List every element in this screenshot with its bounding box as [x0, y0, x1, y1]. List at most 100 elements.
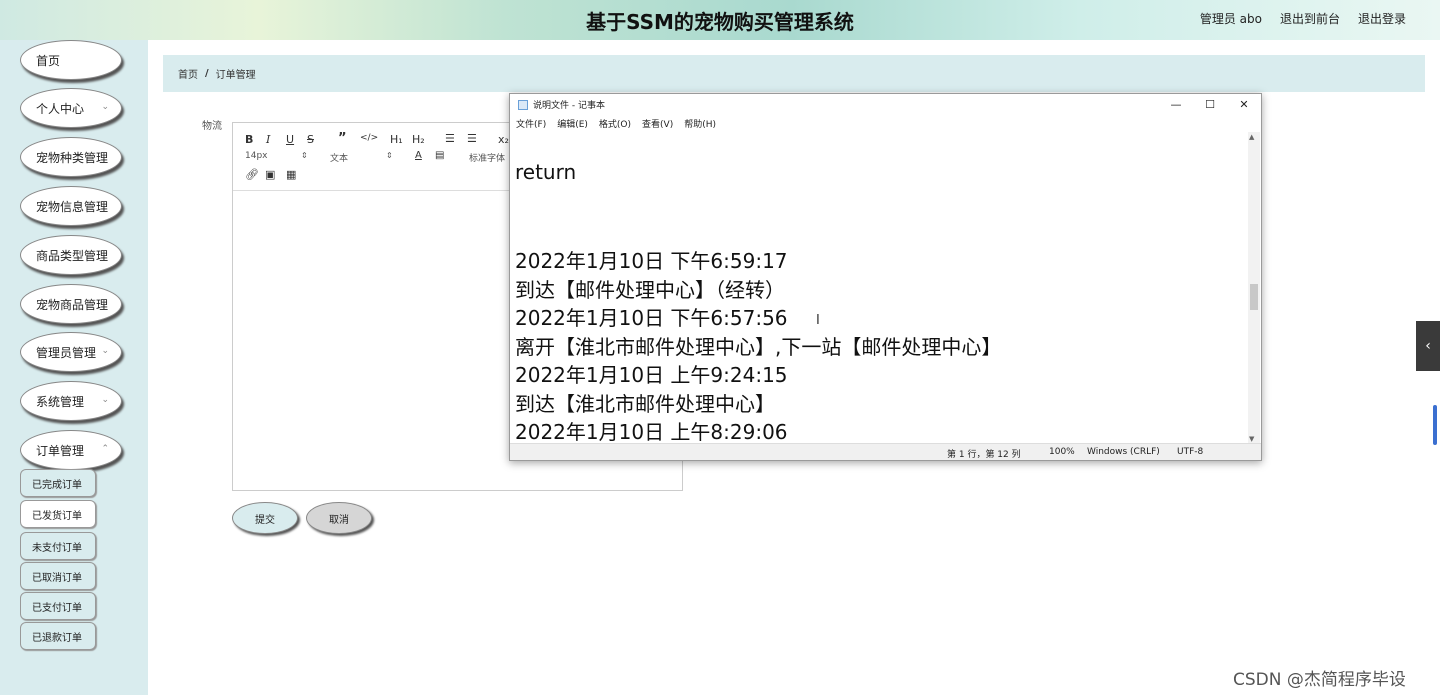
chevron-left-icon: ‹	[1425, 338, 1431, 354]
maximize-icon[interactable]: ☐	[1193, 94, 1227, 115]
font-size-select[interactable]: 14px	[245, 151, 268, 161]
sidebar-item-label: 宠物商品管理	[36, 297, 109, 312]
sidebar-item-orders[interactable]: 订单管理 ⌃	[20, 430, 122, 470]
notepad-scrollbar[interactable]: ▲ ▼	[1248, 132, 1260, 444]
sidebar-item-label: 个人中心	[36, 101, 85, 116]
sidebar-item-label: 宠物信息管理	[36, 199, 109, 214]
bullet-list-icon[interactable]: ☰	[467, 132, 477, 145]
scroll-up-icon[interactable]: ▲	[1249, 133, 1254, 141]
header-nav: 管理员 abo 退出到前台 退出登录	[1200, 10, 1406, 27]
sub-item-shipped-orders[interactable]: 已发货订单	[20, 500, 96, 528]
italic-icon[interactable]: I	[266, 133, 270, 146]
cancel-button[interactable]: 取消	[306, 502, 372, 534]
bold-icon[interactable]: B	[245, 133, 253, 146]
ordered-list-icon[interactable]: ☰	[445, 132, 455, 145]
breadcrumb-home[interactable]: 首页	[178, 66, 198, 81]
text-cursor-icon: I	[816, 313, 820, 328]
quote-icon[interactable]: ”	[338, 131, 347, 146]
submit-button[interactable]: 提交	[232, 502, 298, 534]
text-line: 到达【邮件处理中心】（经转）	[515, 278, 785, 302]
chevron-down-icon: ⌄	[101, 395, 109, 405]
subscript-icon[interactable]: x₂	[498, 133, 509, 146]
heading-1-icon[interactable]: H₁	[390, 133, 403, 146]
sub-item-unpaid-orders[interactable]: 未支付订单	[20, 532, 96, 560]
minimize-icon[interactable]: —	[1159, 94, 1193, 115]
sidebar-item-label: 系统管理	[36, 394, 85, 409]
strikethrough-icon[interactable]: S	[307, 133, 314, 146]
sidebar-item-system[interactable]: 系统管理 ⌄	[20, 381, 122, 421]
text-type-select[interactable]: 文本	[330, 151, 348, 164]
menu-help[interactable]: 帮助(H)	[684, 117, 716, 130]
sub-item-cancelled-orders[interactable]: 已取消订单	[20, 562, 96, 590]
encoding: UTF-8	[1177, 447, 1204, 457]
text-line: 2022年1月10日 上午8:29:06	[515, 420, 788, 444]
sub-item-refunded-orders[interactable]: 已退款订单	[20, 622, 96, 650]
sub-item-label: 未支付订单	[32, 542, 82, 554]
text-line: 到达【淮北市邮件处理中心】	[515, 392, 775, 416]
cursor-position: 第 1 行，第 12 列	[947, 450, 1021, 460]
scroll-down-icon[interactable]: ▼	[1249, 435, 1254, 443]
breadcrumb-separator: /	[205, 68, 209, 79]
sidebar-item-home[interactable]: 首页	[20, 40, 122, 80]
sidebar-item-label: 首页	[36, 53, 61, 68]
text-line: 2022年1月10日 下午6:59:17	[515, 249, 788, 273]
heading-2-icon[interactable]: H₂	[412, 133, 425, 146]
sub-item-completed-orders[interactable]: 已完成订单	[20, 469, 96, 497]
notepad-title-bar[interactable]: 说明文件 - 记事本 — ☐ ✕	[510, 94, 1261, 115]
sidebar-item-label: 商品类型管理	[36, 248, 109, 263]
underline-icon[interactable]: U	[286, 133, 294, 146]
background-color-icon[interactable]: ▤	[435, 150, 444, 161]
notepad-title: 说明文件 - 记事本	[533, 101, 605, 111]
sub-item-label: 已取消订单	[32, 572, 82, 584]
sidebar-item-product-type[interactable]: 商品类型管理	[20, 235, 122, 275]
font-family-select[interactable]: 标准字体	[469, 151, 505, 164]
text-line: 2022年1月10日 下午6:57:56	[515, 306, 788, 330]
page-scroll-indicator[interactable]	[1433, 405, 1437, 445]
chevron-down-icon: ⌄	[101, 346, 109, 356]
text-line: 离开【淮北市邮件处理中心】,下一站【邮件处理中心】	[515, 335, 1002, 359]
logistics-label: 物流	[202, 121, 222, 132]
notepad-text-area[interactable]: return 2022年1月10日 下午6:59:17 到达【邮件处理中心】（经…	[510, 132, 1249, 444]
image-icon[interactable]: ▣	[265, 168, 275, 181]
logout-link[interactable]: 退出登录	[1358, 10, 1406, 27]
sub-item-paid-orders[interactable]: 已支付订单	[20, 592, 96, 620]
video-icon[interactable]: ▦	[286, 168, 296, 181]
header-banner: 基于SSM的宠物购买管理系统 管理员 abo 退出到前台 退出登录	[0, 0, 1440, 40]
zoom-level: 100%	[1049, 447, 1075, 457]
breadcrumb-current: 订单管理	[215, 70, 256, 81]
text-line: 2022年1月10日 上午9:24:15	[515, 363, 788, 387]
sidebar-item-pet-products[interactable]: 宠物商品管理	[20, 284, 122, 324]
font-color-icon[interactable]: A	[415, 150, 422, 161]
chevron-down-icon: ⌄	[101, 102, 109, 112]
code-icon[interactable]: </>	[360, 133, 378, 143]
notepad-menu-bar: 文件(F) 编辑(E) 格式(O) 查看(V) 帮助(H)	[510, 115, 1261, 131]
exit-to-frontend-link[interactable]: 退出到前台	[1280, 10, 1340, 27]
menu-edit[interactable]: 编辑(E)	[557, 117, 588, 130]
select-arrow-icon: ⇕	[301, 151, 308, 160]
admin-user-link[interactable]: 管理员 abo	[1200, 10, 1262, 27]
close-icon[interactable]: ✕	[1227, 94, 1261, 115]
sidebar-item-admin[interactable]: 管理员管理 ⌄	[20, 332, 122, 372]
notepad-icon	[518, 99, 528, 110]
sidebar-item-label: 管理员管理	[36, 345, 97, 360]
sidebar-item-personal-center[interactable]: 个人中心 ⌄	[20, 88, 122, 128]
menu-format[interactable]: 格式(O)	[599, 117, 631, 130]
menu-file[interactable]: 文件(F)	[516, 117, 546, 130]
link-icon[interactable]: 🔗︎	[245, 168, 259, 181]
sidebar-item-pet-info[interactable]: 宠物信息管理	[20, 186, 122, 226]
notepad-status-bar: 第 1 行，第 12 列 100% Windows (CRLF) UTF-8	[510, 443, 1261, 460]
side-collapse-button[interactable]: ‹	[1416, 321, 1440, 371]
breadcrumb: 首页 / 订单管理	[163, 55, 1425, 92]
menu-view[interactable]: 查看(V)	[642, 117, 673, 130]
select-arrow-icon: ⇕	[386, 151, 393, 160]
sub-item-label: 已发货订单	[32, 510, 82, 522]
scrollbar-thumb[interactable]	[1250, 284, 1258, 310]
notepad-window[interactable]: 说明文件 - 记事本 — ☐ ✕ 文件(F) 编辑(E) 格式(O) 查看(V)…	[509, 93, 1262, 461]
window-controls: — ☐ ✕	[1159, 94, 1261, 115]
line-ending: Windows (CRLF)	[1087, 447, 1160, 457]
chevron-up-icon: ⌃	[101, 444, 109, 454]
text-line: return	[515, 160, 577, 184]
sub-item-label: 已退款订单	[32, 632, 82, 644]
sidebar-item-pet-category[interactable]: 宠物种类管理	[20, 137, 122, 177]
sidebar-item-label: 宠物种类管理	[36, 150, 109, 165]
